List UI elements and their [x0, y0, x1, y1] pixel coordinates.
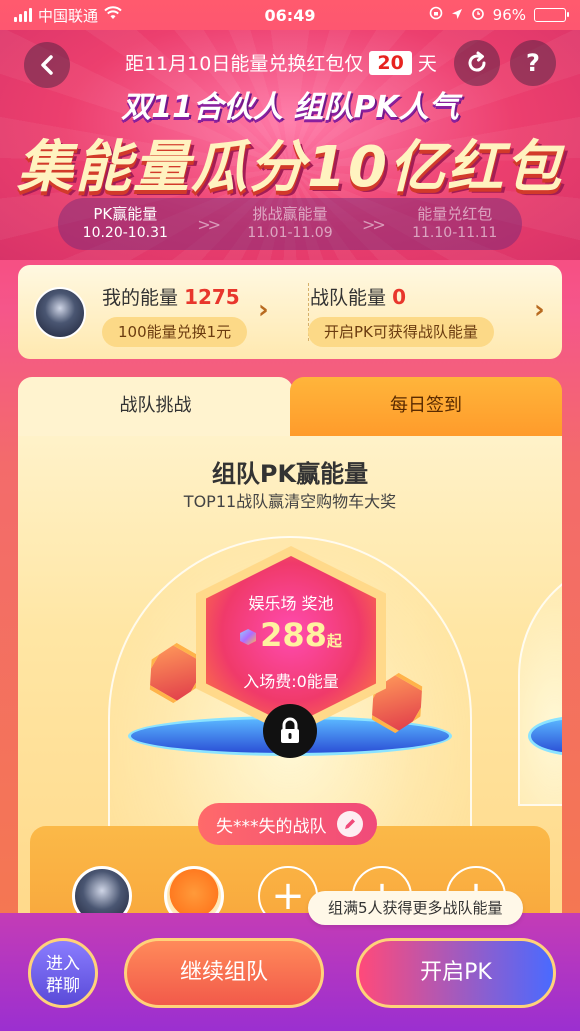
question-icon: ? — [526, 49, 540, 77]
team-energy-label: 战队能量 — [310, 287, 387, 309]
rotation-lock-icon — [429, 6, 443, 24]
gem-icon — [240, 629, 257, 645]
chat-label-line2: 群聊 — [46, 976, 80, 996]
panel-subtitle: TOP11战队赢清空购物车大奖 — [183, 492, 397, 511]
lock-icon — [281, 717, 299, 743]
countdown: 距11月10日能量兑换红包仅 20 天 — [125, 49, 437, 76]
phase-dates: 10.20-10.31 — [82, 225, 168, 241]
banner-title: 集能量瓜分10亿红包 — [17, 135, 563, 200]
header-banner: 距11月10日能量兑换红包仅 20 天 ? 双11合伙人 组队PK人气 集能量瓜… — [0, 30, 580, 260]
refresh-icon — [468, 51, 486, 72]
refresh-button[interactable] — [454, 40, 500, 86]
phase-name: 能量兑红包 — [417, 205, 493, 223]
chevron-right-icon[interactable]: › — [258, 295, 269, 325]
double-chevron-icon: >> — [361, 214, 386, 234]
next-prize-dome[interactable] — [518, 556, 562, 806]
lock-button[interactable] — [263, 704, 317, 758]
prize-amount-suffix: 起 — [326, 632, 342, 650]
status-right: 96% — [366, 6, 569, 24]
panel-title: 组队PK赢能量 — [211, 460, 369, 488]
team-energy-pill[interactable]: 开启PK可获得战队能量 — [308, 317, 494, 347]
double-chevron-icon: >> — [197, 214, 221, 234]
start-pk-button[interactable]: 开启PK — [356, 938, 556, 1008]
join-group-chat-button[interactable]: 进入 群聊 — [28, 938, 98, 1008]
status-time: 06:49 — [264, 5, 316, 25]
prize-name: 娱乐场 奖池 — [248, 594, 334, 613]
my-energy-exchange-pill[interactable]: 100能量兑换1元 — [102, 317, 248, 347]
challenge-panel: 组队PK赢能量 TOP11战队赢清空购物车大奖 娱乐场 奖池 288起 入场费:… — [18, 436, 562, 926]
plus-icon: + — [271, 873, 305, 919]
energy-card: 我的能量 1275 100能量兑换1元 › 战队能量 0 开启PK可获得战队能量… — [18, 265, 562, 359]
battery-percent: 96% — [492, 6, 526, 24]
tab-team-challenge[interactable]: 战队挑战 — [18, 377, 293, 439]
bottom-action-bar: 进入 群聊 继续组队 开启PK — [0, 913, 580, 1031]
team-tooltip: 组满5人获得更多战队能量 — [308, 891, 523, 925]
my-energy-label: 我的能量 — [102, 287, 179, 309]
my-energy[interactable]: 我的能量 1275 — [102, 283, 240, 310]
location-icon — [451, 6, 463, 24]
team-name-badge[interactable]: 失***失的战队 — [198, 803, 377, 845]
help-button[interactable]: ? — [510, 40, 556, 86]
wifi-icon — [104, 6, 122, 24]
avatar[interactable] — [34, 287, 86, 339]
countdown-days: 20 — [369, 50, 412, 75]
team-energy[interactable]: 战队能量 0 — [310, 283, 406, 310]
my-energy-value: 1275 — [184, 285, 240, 309]
tab-daily-checkin[interactable]: 每日签到 — [290, 377, 562, 439]
phase-bar: PK赢能量 10.20-10.31 >> 挑战赢能量 11.01-11.09 >… — [58, 198, 522, 250]
phase-dates: 11.10-11.11 — [412, 225, 498, 241]
phase-redeem: 能量兑红包 11.10-11.11 — [412, 205, 497, 243]
team-name: 失***失的战队 — [216, 816, 327, 837]
pencil-icon[interactable] — [336, 811, 363, 837]
phase-name: 挑战赢能量 — [252, 205, 328, 223]
phase-challenge: 挑战赢能量 11.01-11.09 — [247, 205, 332, 243]
phase-name: PK赢能量 — [93, 205, 158, 223]
phase-pk: PK赢能量 10.20-10.31 — [83, 205, 168, 243]
status-left: 中国联通 — [14, 5, 214, 26]
prize-amount: 288起 — [206, 616, 376, 654]
alarm-icon — [471, 6, 485, 24]
carrier-label: 中国联通 — [38, 6, 99, 25]
battery-icon — [534, 8, 569, 22]
signal-icon — [14, 8, 32, 22]
prize-amount-value: 288 — [260, 616, 327, 654]
banner-subtitle: 双11合伙人 组队PK人气 — [121, 90, 459, 125]
chevron-right-icon[interactable]: › — [534, 295, 545, 325]
countdown-suffix: 天 — [417, 53, 437, 75]
phase-dates: 11.01-11.09 — [247, 225, 333, 241]
status-bar: 中国联通 06:49 96% — [0, 0, 580, 30]
countdown-prefix: 距11月10日能量兑换红包仅 — [125, 53, 364, 75]
chevron-left-icon — [41, 55, 53, 75]
continue-team-button[interactable]: 继续组队 — [124, 938, 324, 1008]
entry-fee: 入场费:0能量 — [243, 672, 339, 691]
prize-pool-inner: 娱乐场 奖池 288起 入场费:0能量 — [206, 556, 376, 726]
chat-label-line1: 进入 — [46, 954, 80, 974]
team-energy-value: 0 — [392, 285, 406, 309]
